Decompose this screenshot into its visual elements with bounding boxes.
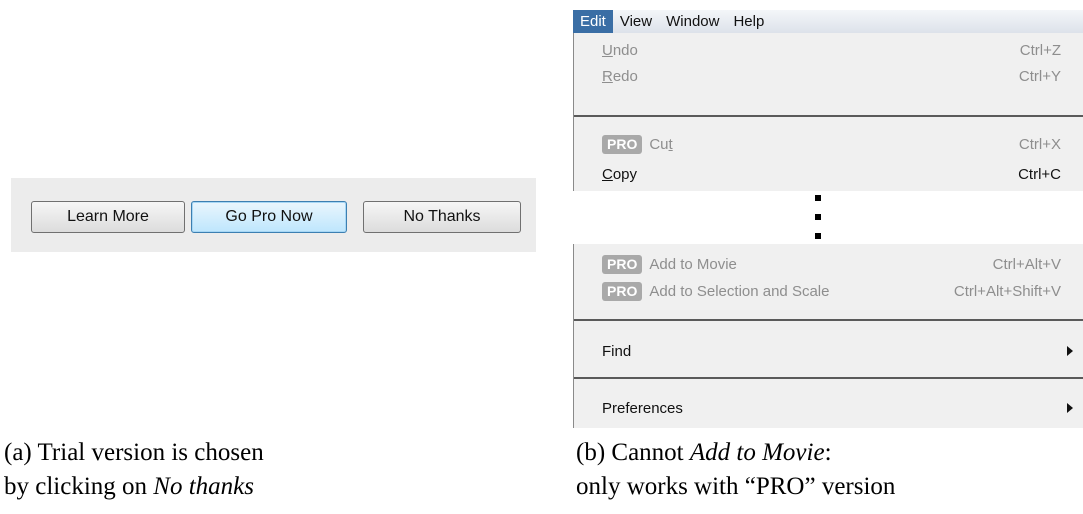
menu-separator [574, 319, 1083, 321]
edit-menu-dropdown-bottom: PRO Add to Movie Ctrl+Alt+V PRO Add to Sel… [573, 244, 1083, 428]
edit-menu-dropdown-top: Undo Ctrl+Z Redo Ctrl+Y PRO Cu t Ctrl+X Co… [573, 33, 1083, 191]
menu-separator [574, 377, 1083, 379]
menu-item-undo-label: Undo [602, 41, 638, 59]
menu-item-add-to-movie-shortcut: Ctrl+Alt+V [992, 255, 1061, 273]
menu-item-redo-shortcut: Ctrl+Y [1018, 67, 1061, 85]
menu-item-add-to-selection-label: PRO Add to Selection and Scale [602, 281, 829, 301]
menu-item-redo-label: Redo [602, 67, 638, 85]
caption-a: (a) Trial version is chosen by clicking … [4, 436, 264, 504]
menu-view[interactable]: View [613, 10, 659, 33]
menu-item-cut-shortcut: Ctrl+X [1018, 135, 1061, 153]
caption-a-line1: (a) Trial version is chosen [4, 439, 264, 466]
ellipsis-dot [815, 195, 821, 201]
menu-item-copy-label: Copy [602, 165, 638, 183]
menu-item-cut[interactable]: PRO Cu t Ctrl+X [574, 131, 1083, 157]
menu-item-add-to-selection-and-scale[interactable]: PRO Add to Selection and Scale Ctrl+Alt+S… [574, 278, 1083, 304]
menu-item-preferences-label: Preferences [602, 399, 683, 417]
caption-b-line2: only works with “PRO” version [576, 473, 896, 500]
caption-b: (b) Cannot Add to Movie: only works with… [576, 436, 895, 504]
menu-item-undo[interactable]: Undo Ctrl+Z [574, 37, 1083, 63]
menu-item-find-label: Find [602, 342, 632, 360]
submenu-arrow-icon [1067, 403, 1073, 413]
menu-item-cut-label: PRO Cu t [602, 134, 673, 154]
menu-item-add-to-selection-shortcut: Ctrl+Alt+Shift+V [953, 282, 1061, 300]
menu-item-add-to-movie[interactable]: PRO Add to Movie Ctrl+Alt+V [574, 251, 1083, 277]
ellipsis-dot [815, 233, 821, 239]
trial-dialog-button-bar: Learn More Go Pro Now No Thanks [11, 178, 536, 252]
menu-edit[interactable]: Edit [573, 10, 613, 33]
learn-more-button[interactable]: Learn More [31, 201, 185, 233]
menu-item-redo[interactable]: Redo Ctrl+Y [574, 63, 1083, 89]
go-pro-now-button[interactable]: Go Pro Now [191, 201, 347, 233]
pro-badge: PRO [602, 281, 643, 301]
no-thanks-button[interactable]: No Thanks [363, 201, 521, 233]
menu-item-undo-shortcut: Ctrl+Z [1019, 41, 1061, 59]
caption-b-line1: (b) Cannot Add to Movie: [576, 439, 832, 466]
menu-separator [574, 115, 1083, 117]
caption-a-line2: by clicking on No thanks [4, 473, 254, 500]
submenu-arrow-icon [1067, 346, 1073, 356]
pro-badge: PRO [602, 254, 643, 274]
menu-item-copy-shortcut: Ctrl+C [1018, 165, 1061, 183]
menu-item-find[interactable]: Find [574, 338, 1083, 364]
pro-badge: PRO [602, 134, 643, 154]
menu-window[interactable]: Window [659, 10, 726, 33]
menu-help[interactable]: Help [726, 10, 771, 33]
menu-bar: Edit View Window Help [573, 10, 1083, 33]
menu-item-add-to-movie-label: PRO Add to Movie [602, 254, 737, 274]
menu-item-preferences[interactable]: Preferences [574, 395, 1083, 421]
menu-item-copy[interactable]: Copy Ctrl+C [574, 161, 1083, 187]
ellipsis-dot [815, 214, 821, 220]
